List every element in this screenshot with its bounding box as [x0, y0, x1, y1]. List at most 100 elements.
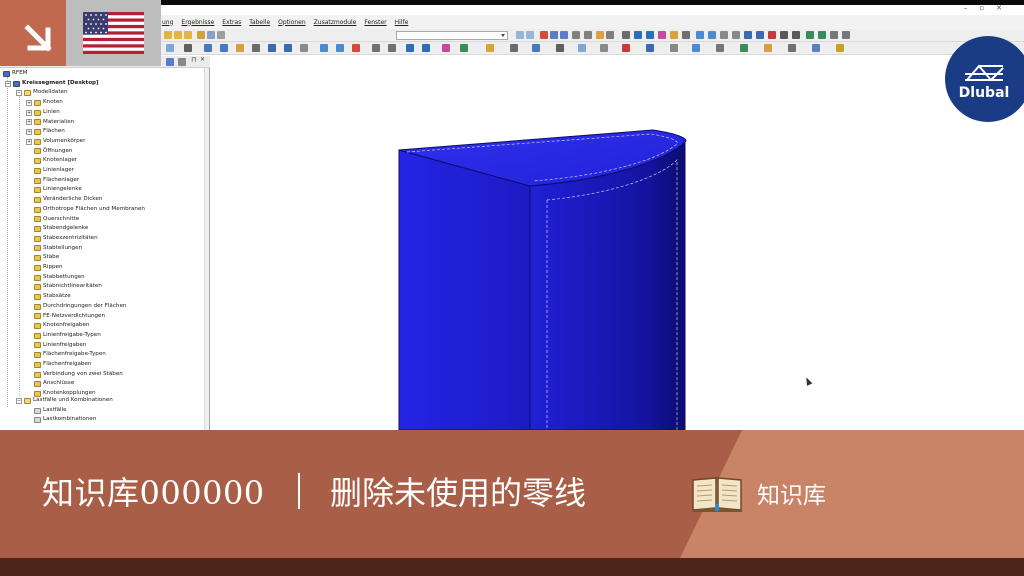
- toolbar-button[interactable]: [764, 44, 772, 52]
- menu-item-hilfe[interactable]: Hilfe: [395, 19, 409, 26]
- toolbar-button[interactable]: [184, 31, 192, 39]
- tree-item[interactable]: Stäbe: [34, 253, 59, 263]
- model-curved-face[interactable]: [529, 140, 686, 431]
- toolbar-button[interactable]: [720, 31, 728, 39]
- menu-item-fenster[interactable]: Fenster: [364, 19, 386, 26]
- tree-item[interactable]: Flächenfreigaben: [34, 360, 91, 370]
- expand-icon[interactable]: +: [26, 119, 32, 126]
- collapse-icon[interactable]: −: [16, 397, 22, 404]
- toolbar-button[interactable]: [336, 44, 344, 52]
- toolbar-button[interactable]: [300, 44, 308, 52]
- toolbar-button[interactable]: [460, 44, 468, 52]
- toolbar-button[interactable]: [756, 31, 764, 39]
- toolbar-button[interactable]: [806, 31, 814, 39]
- close-icon[interactable]: ✕: [996, 4, 1014, 12]
- toolbar-button[interactable]: [682, 31, 690, 39]
- toolbar-button[interactable]: [740, 44, 748, 52]
- expand-icon[interactable]: +: [26, 138, 32, 145]
- toolbar-button[interactable]: [510, 44, 518, 52]
- toolbar-button[interactable]: [696, 31, 704, 39]
- toolbar-button[interactable]: [406, 44, 414, 52]
- toolbar-button[interactable]: [646, 44, 654, 52]
- minimize-icon[interactable]: –: [964, 4, 980, 12]
- tree-item-project[interactable]: − Kreissegment [Desktop]: [5, 79, 99, 89]
- tree-item[interactable]: Linienfreigaben: [34, 341, 86, 351]
- close-icon[interactable]: ✕: [200, 56, 205, 63]
- load-case-combo[interactable]: [396, 31, 508, 40]
- toolbar-button[interactable]: [830, 31, 838, 39]
- tree-item[interactable]: Knotenlager: [34, 156, 77, 166]
- toolbar-button[interactable]: [174, 31, 182, 39]
- menu-item-berechnung[interactable]: ung: [162, 19, 173, 26]
- tree-item[interactable]: Anschlüsse: [34, 379, 74, 389]
- tree-item[interactable]: Stabendgelenke: [34, 224, 88, 234]
- tree-item[interactable]: Flächenlager: [34, 176, 79, 186]
- toolbar-button[interactable]: [556, 44, 564, 52]
- toolbar-button[interactable]: [708, 31, 716, 39]
- toolbar-button[interactable]: [526, 31, 534, 39]
- toolbar-button[interactable]: [184, 44, 192, 52]
- tree-item-load-group[interactable]: − Lastfälle und Kombinationen: [16, 396, 113, 406]
- toolbar-button[interactable]: [166, 44, 174, 52]
- collapse-icon[interactable]: −: [16, 90, 22, 97]
- tree-item[interactable]: Stabnichtlinearitäten: [34, 282, 102, 292]
- tree-item-lastfaelle[interactable]: Lastfälle: [34, 406, 67, 416]
- toolbar-button[interactable]: [670, 44, 678, 52]
- tree-item-rfem[interactable]: RFEM: [3, 69, 27, 79]
- model-front-face[interactable]: [398, 149, 531, 431]
- toolbar-button[interactable]: [732, 31, 740, 39]
- tree-item[interactable]: Verbindung von zwei Stäben: [34, 370, 123, 380]
- tree-item[interactable]: + Volumenkörper: [26, 137, 85, 147]
- tree-item[interactable]: + Flächen: [26, 127, 65, 137]
- toolbar-button[interactable]: [836, 44, 844, 52]
- toolbar-button[interactable]: [812, 44, 820, 52]
- toolbar-button[interactable]: [516, 31, 524, 39]
- toolbar-button[interactable]: [622, 44, 630, 52]
- toolbar-button[interactable]: [252, 44, 260, 52]
- toolbar-button[interactable]: [634, 31, 642, 39]
- toolbar-button[interactable]: [164, 31, 172, 39]
- toolbar-button[interactable]: [768, 31, 776, 39]
- pin-icon[interactable]: ⊓: [191, 56, 196, 64]
- tree-item[interactable]: Veränderliche Dicken: [34, 195, 102, 205]
- toolbar-button[interactable]: [622, 31, 630, 39]
- toolbar-button[interactable]: [268, 44, 276, 52]
- toolbar-button[interactable]: [550, 31, 558, 39]
- toolbar-button[interactable]: [204, 44, 212, 52]
- menu-item-optionen[interactable]: Optionen: [278, 19, 306, 26]
- tree-item[interactable]: Liniengelenke: [34, 185, 82, 195]
- expand-icon[interactable]: +: [26, 129, 32, 136]
- toolbar-button[interactable]: [792, 31, 800, 39]
- maximize-icon[interactable]: ▫: [979, 4, 996, 12]
- toolbar-button[interactable]: [220, 44, 228, 52]
- tree-item[interactable]: Stabsätze: [34, 292, 71, 302]
- toolbar-button[interactable]: [532, 44, 540, 52]
- navigator-scrollbar[interactable]: [204, 68, 209, 430]
- toolbar-button[interactable]: [284, 44, 292, 52]
- tree-item[interactable]: Linienlager: [34, 166, 74, 176]
- toolbar-button[interactable]: [670, 31, 678, 39]
- toolbar-button[interactable]: [578, 44, 586, 52]
- tree-item[interactable]: Stabteilungen: [34, 244, 82, 254]
- toolbar-button[interactable]: [584, 31, 592, 39]
- tree-item[interactable]: + Knoten: [26, 98, 63, 108]
- toolbar-button[interactable]: [600, 44, 608, 52]
- toolbar-button[interactable]: [442, 44, 450, 52]
- tree-item[interactable]: Öffnungen: [34, 147, 72, 157]
- tree-item[interactable]: Linienfreigabe-Typen: [34, 331, 101, 341]
- toolbar-button[interactable]: [217, 31, 225, 39]
- tree-item[interactable]: Stabexzentrizitäten: [34, 234, 98, 244]
- toolbar-button[interactable]: [236, 44, 244, 52]
- toolbar-button[interactable]: [780, 31, 788, 39]
- tree-item[interactable]: + Materialien: [26, 118, 74, 128]
- toolbar-button[interactable]: [207, 31, 215, 39]
- tree-item-model-data[interactable]: − Modelldaten: [16, 88, 68, 98]
- expand-icon[interactable]: +: [26, 109, 32, 116]
- toolbar-button[interactable]: [388, 44, 396, 52]
- tree-item[interactable]: Flächenfreigabe-Typen: [34, 350, 106, 360]
- toolbar-button[interactable]: [320, 44, 328, 52]
- menu-item-zusatzmodule[interactable]: Zusatzmodule: [314, 19, 357, 26]
- tree-item[interactable]: Knotenfreigaben: [34, 321, 89, 331]
- menu-item-tabelle[interactable]: Tabelle: [249, 19, 270, 26]
- toolbar-button[interactable]: [744, 31, 752, 39]
